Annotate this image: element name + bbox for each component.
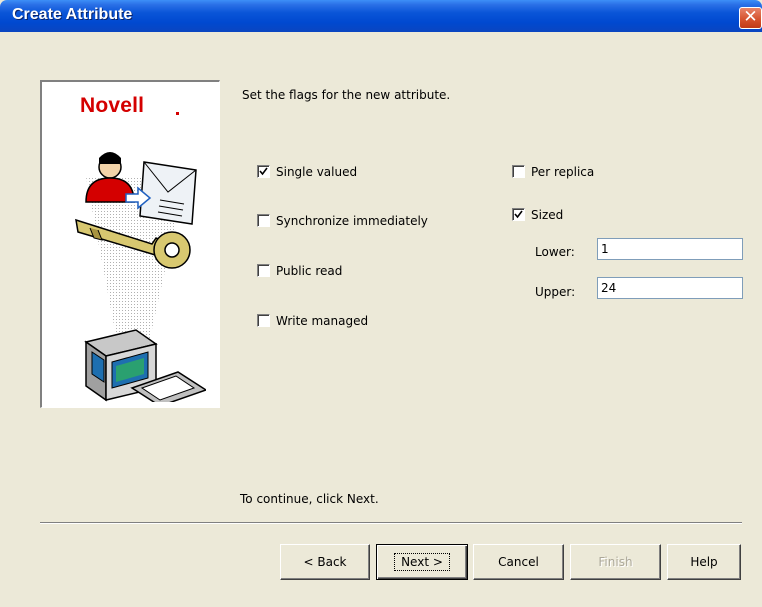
cancel-button-label: Cancel (498, 555, 539, 569)
per-replica-label[interactable]: Per replica (531, 165, 594, 179)
lower-label: Lower: (535, 245, 575, 259)
public-read-checkbox[interactable] (257, 264, 270, 277)
separator (40, 522, 742, 524)
lower-input[interactable]: 1 (597, 238, 743, 260)
synchronize-immediately-label[interactable]: Synchronize immediately (276, 214, 428, 228)
branding-panel: Novell (40, 80, 220, 408)
public-read-label[interactable]: Public read (276, 264, 342, 278)
cancel-button[interactable]: Cancel (473, 544, 564, 580)
directory-illustration (75, 152, 206, 402)
novell-logo: Novell (80, 94, 145, 117)
window-title: Create Attribute (12, 6, 133, 23)
sized-label[interactable]: Sized (531, 208, 563, 222)
next-button-label: Next > (394, 553, 450, 571)
single-valued-label[interactable]: Single valued (276, 165, 357, 179)
help-button-label: Help (690, 555, 718, 569)
instructions-heading: Set the flags for the new attribute. (242, 88, 451, 102)
title-bar: Create Attribute ✕ (0, 0, 762, 32)
close-icon: ✕ (743, 7, 758, 27)
back-button-label: < Back (303, 555, 347, 569)
continue-instruction: To continue, click Next. (240, 492, 379, 506)
upper-input[interactable]: 24 (597, 277, 743, 299)
write-managed-checkbox[interactable] (257, 314, 270, 327)
single-valued-checkbox[interactable] (257, 165, 270, 178)
finish-button[interactable]: Finish (570, 544, 661, 580)
logo-dot (176, 112, 179, 115)
sized-checkbox[interactable] (512, 208, 525, 221)
checkmark-icon (514, 210, 523, 219)
back-button[interactable]: < Back (280, 544, 370, 580)
checkmark-icon (259, 167, 268, 176)
per-replica-checkbox[interactable] (512, 165, 525, 178)
upper-label: Upper: (535, 285, 576, 299)
finish-button-label: Finish (598, 555, 633, 569)
help-button[interactable]: Help (667, 544, 741, 580)
synchronize-immediately-checkbox[interactable] (257, 214, 270, 227)
next-button[interactable]: Next > (376, 544, 468, 580)
write-managed-label[interactable]: Write managed (276, 314, 368, 328)
close-button[interactable]: ✕ (739, 7, 762, 29)
